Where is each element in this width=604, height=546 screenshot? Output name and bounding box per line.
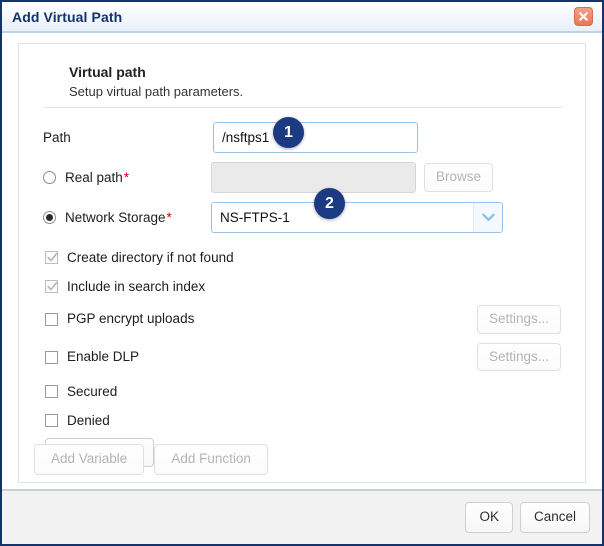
create-directory-label: Create directory if not found xyxy=(67,251,234,265)
secured-checkbox[interactable] xyxy=(45,385,58,398)
real-path-row: Real path* Browse xyxy=(41,162,563,193)
ok-button[interactable]: OK xyxy=(465,502,513,533)
real-path-radio[interactable] xyxy=(43,171,56,184)
real-path-label-text: Real path xyxy=(65,171,123,185)
real-path-input xyxy=(211,162,416,193)
checkbox-row-search-index: Include in search index xyxy=(43,276,563,298)
include-search-index-label: Include in search index xyxy=(67,280,205,294)
include-search-index-checkbox[interactable] xyxy=(45,280,58,293)
chevron-down-icon[interactable] xyxy=(473,203,502,232)
browse-button: Browse xyxy=(424,163,493,192)
checkbox-row-denied: Denied xyxy=(43,409,563,431)
denied-checkbox[interactable] xyxy=(45,414,58,427)
network-storage-value: NS-FTPS-1 xyxy=(212,211,473,225)
dialog-title: Add Virtual Path xyxy=(12,10,574,24)
denied-label: Denied xyxy=(67,414,110,428)
add-virtual-path-dialog: Add Virtual Path Virtual path Setup virt… xyxy=(0,0,604,546)
dlp-settings-button: Settings... xyxy=(477,343,561,372)
path-input[interactable] xyxy=(213,122,418,153)
dialog-footer: OK Cancel xyxy=(2,490,602,544)
network-storage-label-text: Network Storage xyxy=(65,211,166,225)
create-directory-checkbox[interactable] xyxy=(45,251,58,264)
network-storage-radio[interactable] xyxy=(43,211,56,224)
checkbox-row-pgp: PGP encrypt uploads Settings... xyxy=(43,305,563,334)
variable-function-actions: Add Variable Add Function xyxy=(34,444,268,475)
pgp-encrypt-checkbox[interactable] xyxy=(45,313,58,326)
pgp-encrypt-label: PGP encrypt uploads xyxy=(67,312,194,326)
enable-dlp-label: Enable DLP xyxy=(67,350,139,364)
real-path-label: Real path* xyxy=(41,171,211,185)
checkbox-row-secured: Secured xyxy=(43,380,563,402)
enable-dlp-checkbox[interactable] xyxy=(45,351,58,364)
add-variable-button: Add Variable xyxy=(34,444,144,475)
path-row: Path xyxy=(41,122,563,153)
pgp-settings-button: Settings... xyxy=(477,305,561,334)
close-icon[interactable] xyxy=(574,7,593,26)
section-divider xyxy=(43,107,563,108)
options-group: Create directory if not found Include in… xyxy=(43,247,563,468)
checkbox-row-create-directory: Create directory if not found xyxy=(43,247,563,269)
dialog-titlebar: Add Virtual Path xyxy=(2,2,602,32)
network-storage-row: Network Storage* NS-FTPS-1 xyxy=(41,202,563,233)
required-asterisk: * xyxy=(124,171,129,185)
network-storage-label: Network Storage* xyxy=(41,211,211,225)
section-subheading: Setup virtual path parameters. xyxy=(69,84,563,100)
add-function-button: Add Function xyxy=(154,444,268,475)
secured-label: Secured xyxy=(67,385,117,399)
checkbox-row-dlp: Enable DLP Settings... xyxy=(43,343,563,372)
required-asterisk: * xyxy=(167,211,172,225)
virtual-path-panel: Virtual path Setup virtual path paramete… xyxy=(18,43,586,483)
path-label: Path xyxy=(41,131,213,145)
network-storage-select[interactable]: NS-FTPS-1 xyxy=(211,202,503,233)
cancel-button[interactable]: Cancel xyxy=(520,502,590,533)
section-heading: Virtual path xyxy=(69,64,563,82)
dialog-body: Virtual path Setup virtual path paramete… xyxy=(2,32,602,490)
